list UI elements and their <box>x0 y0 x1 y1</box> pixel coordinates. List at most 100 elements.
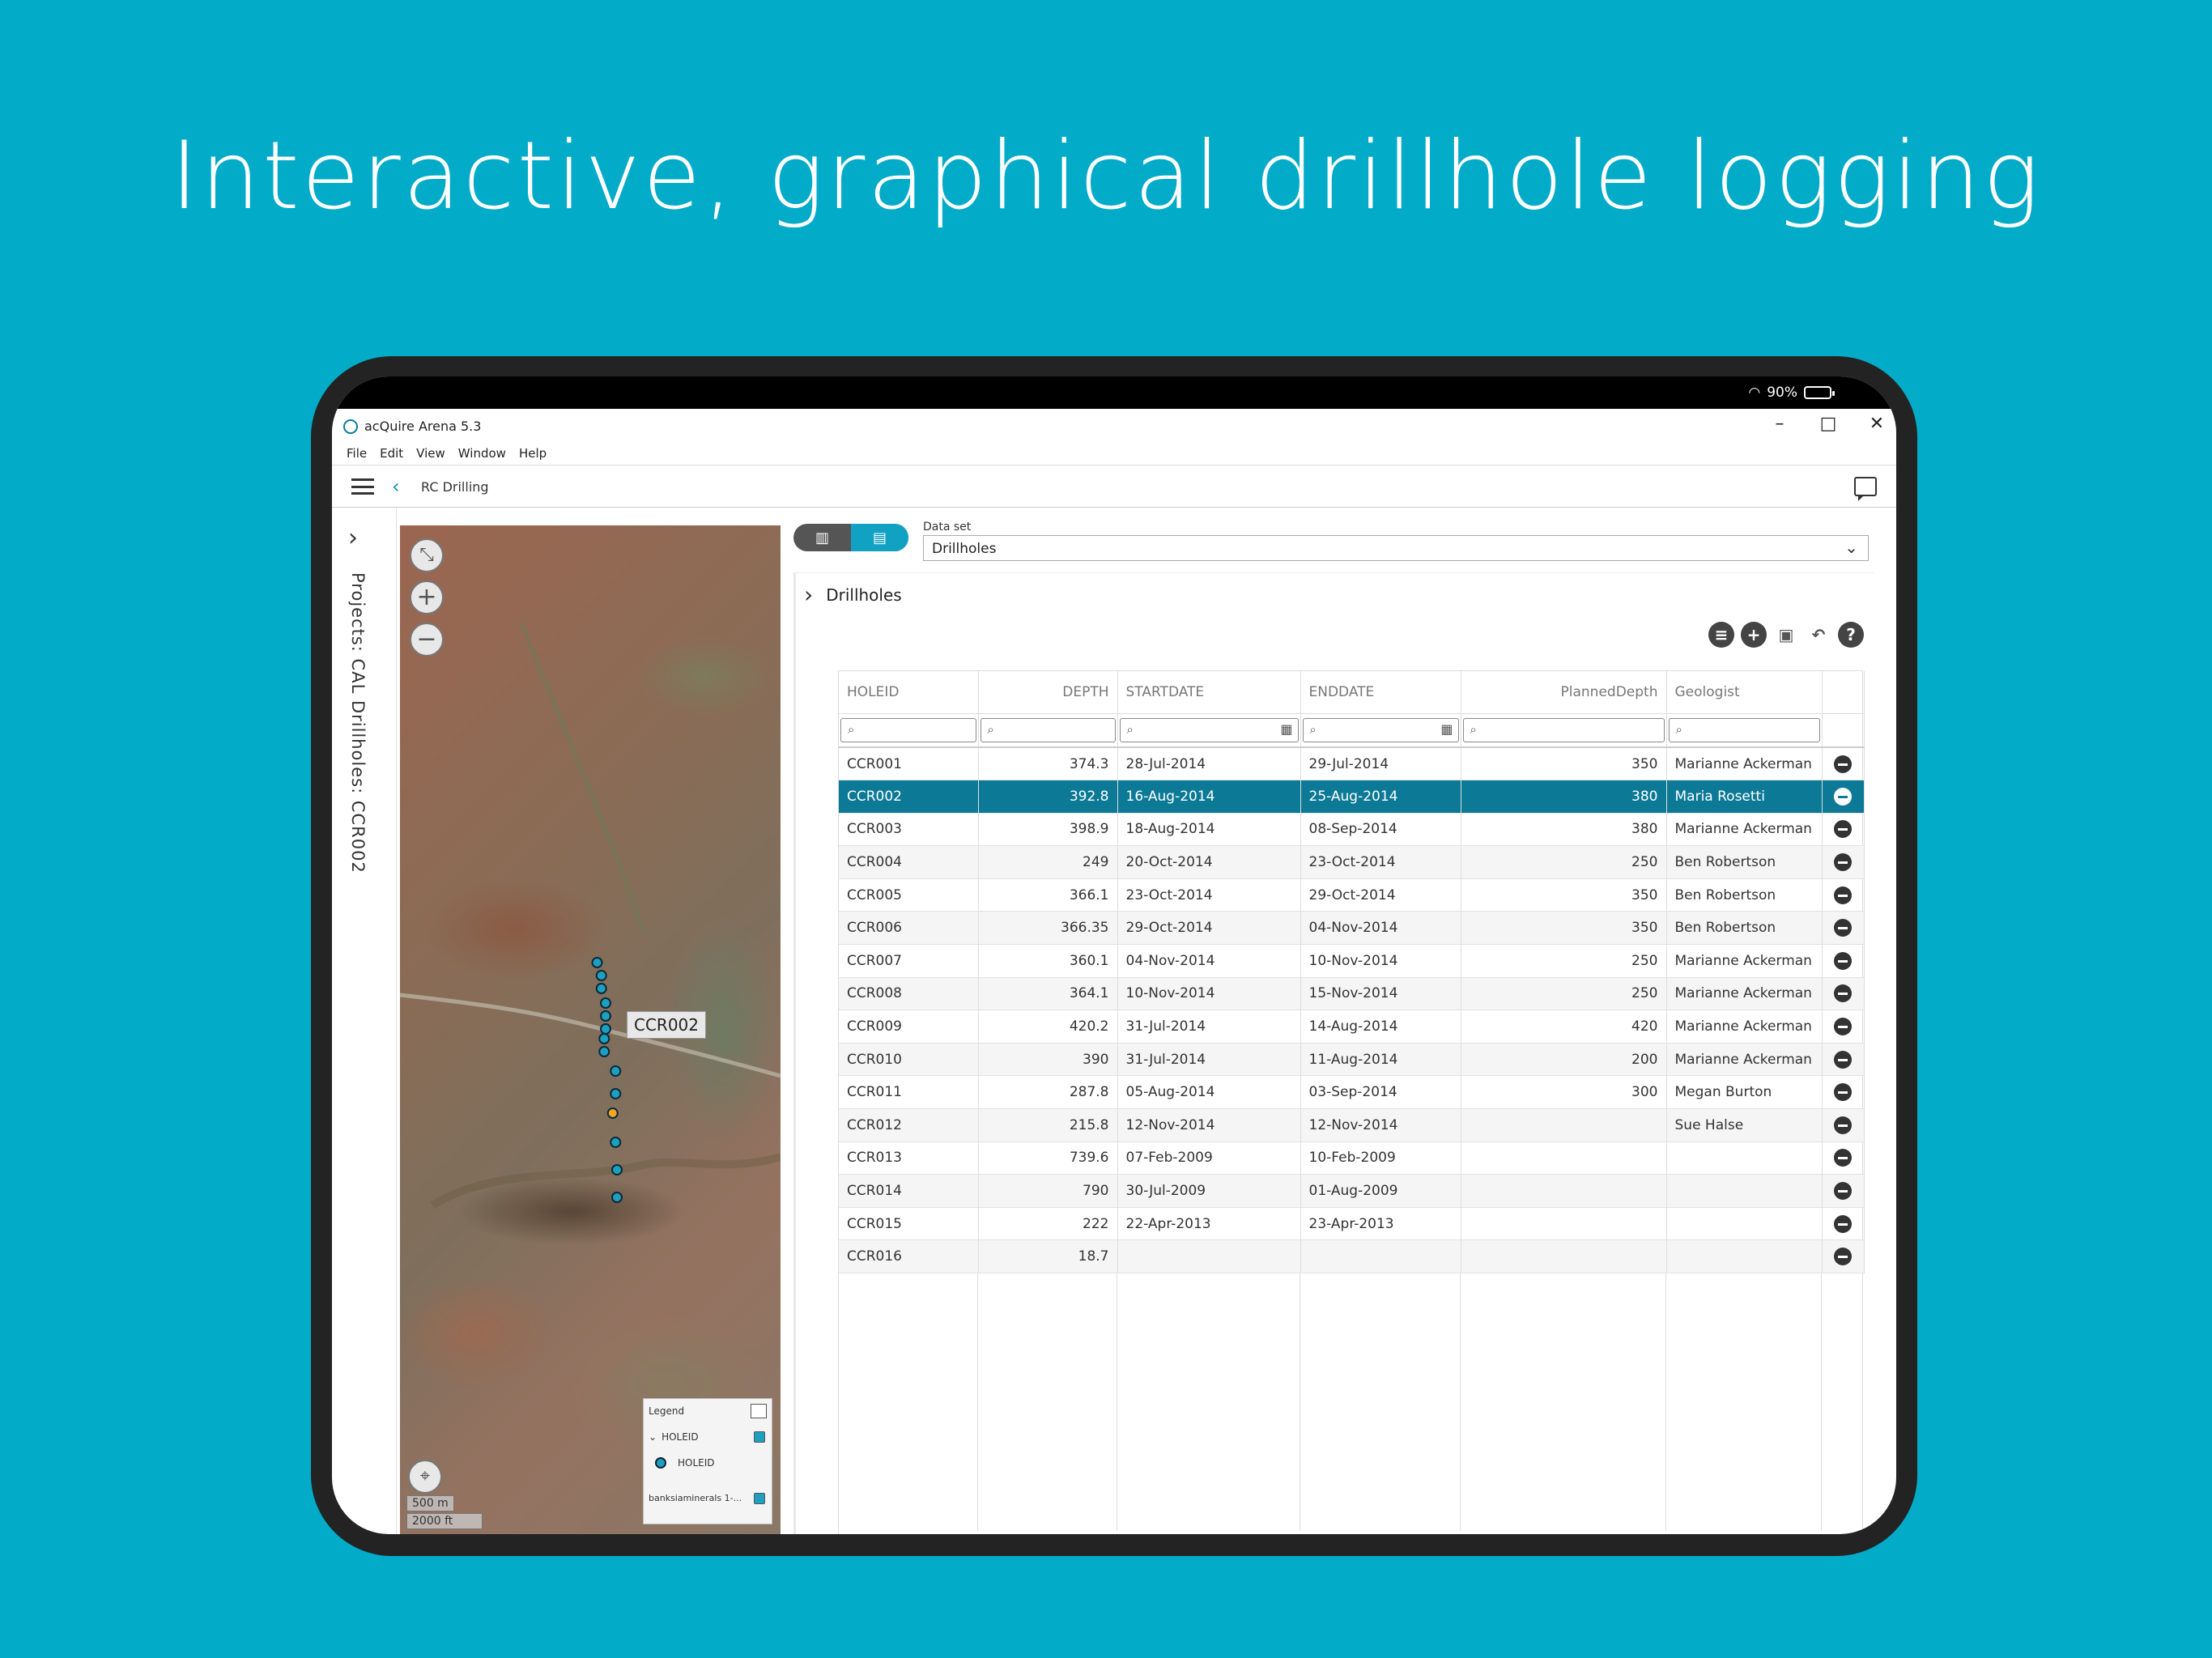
cell-enddate[interactable]: 14-Aug-2014 <box>1300 1010 1461 1044</box>
delete-row-icon[interactable] <box>1834 1214 1852 1233</box>
table-row[interactable]: CCR011 287.8 05-Aug-2014 03-Sep-2014 300 Mega… <box>839 1075 1865 1110</box>
cell-depth[interactable]: 18.7 <box>978 1239 1118 1273</box>
cell-startdate[interactable]: 28-Jul-2014 <box>1117 747 1301 781</box>
filter-enddate-input[interactable]: ⌕ ▦ <box>1302 717 1459 742</box>
cell-enddate[interactable]: 25-Aug-2014 <box>1300 780 1461 814</box>
delete-row-icon[interactable] <box>1834 1182 1852 1201</box>
panel-expand-chevron-icon[interactable]: › <box>804 581 813 608</box>
cell-enddate[interactable]: 23-Oct-2014 <box>1300 845 1461 879</box>
drillhole-point[interactable] <box>610 1065 622 1077</box>
cell-planneddepth[interactable] <box>1461 1207 1667 1241</box>
cell-startdate[interactable]: 31-Jul-2014 <box>1117 1043 1301 1077</box>
cell-startdate[interactable]: 07-Feb-2009 <box>1117 1141 1301 1175</box>
cell-holeid[interactable]: CCR007 <box>839 944 979 978</box>
column-header-holeid[interactable]: HOLEID <box>839 671 979 714</box>
cell-holeid[interactable]: CCR010 <box>839 1043 979 1077</box>
delete-row-icon[interactable] <box>1834 820 1852 839</box>
cell-depth[interactable]: 215.8 <box>978 1108 1118 1142</box>
selected-drillhole-point[interactable] <box>606 1107 619 1119</box>
drillhole-point[interactable] <box>600 997 611 1009</box>
cell-holeid[interactable]: CCR015 <box>839 1207 979 1241</box>
cell-planneddepth[interactable] <box>1461 1174 1667 1208</box>
cell-holeid[interactable]: CCR004 <box>839 845 979 879</box>
filter-icon[interactable]: ≡ <box>1708 622 1734 648</box>
calendar-icon[interactable]: ▦ <box>1440 721 1453 737</box>
cell-startdate[interactable]: 29-Oct-2014 <box>1117 911 1301 946</box>
cell-planneddepth[interactable]: 350 <box>1461 911 1667 946</box>
cell-depth[interactable]: 222 <box>978 1207 1118 1241</box>
table-row[interactable]: CCR006 366.35 29-Oct-2014 04-Nov-2014 350 Ben… <box>839 911 1865 946</box>
table-row[interactable]: CCR008 364.1 10-Nov-2014 15-Nov-2014 250 Mari… <box>839 977 1865 1011</box>
filter-startdate-input[interactable]: ⌕ ▦ <box>1119 717 1299 742</box>
help-icon[interactable]: ? <box>1838 622 1864 648</box>
cell-depth[interactable]: 366.35 <box>978 911 1118 946</box>
table-row[interactable]: CCR012 215.8 12-Nov-2014 12-Nov-2014 Sue Hal… <box>839 1108 1865 1142</box>
cell-geologist[interactable]: Megan Burton <box>1666 1075 1823 1110</box>
table-row[interactable]: CCR002 392.8 16-Aug-2014 25-Aug-2014 380 Mari… <box>839 780 1865 814</box>
cell-planneddepth[interactable] <box>1461 1141 1667 1175</box>
cell-depth[interactable]: 420.2 <box>978 1010 1118 1044</box>
delete-row-icon[interactable] <box>1834 1248 1852 1266</box>
legend-group-checkbox[interactable] <box>754 1431 765 1443</box>
drillhole-point[interactable] <box>591 957 603 968</box>
cell-depth[interactable]: 790 <box>978 1174 1118 1208</box>
zoom-in-button[interactable]: + <box>410 580 444 614</box>
cell-depth[interactable]: 398.9 <box>978 813 1118 847</box>
cell-startdate[interactable]: 31-Jul-2014 <box>1117 1010 1301 1044</box>
cell-depth[interactable]: 392.8 <box>978 780 1118 814</box>
legend-layer-checkbox[interactable] <box>754 1492 765 1504</box>
view-toggle[interactable]: ▥ ▤ <box>793 524 908 551</box>
delete-row-icon[interactable] <box>1834 1050 1852 1069</box>
cell-geologist[interactable]: Ben Robertson <box>1666 845 1823 879</box>
zoom-out-button[interactable]: − <box>410 623 444 657</box>
delete-row-icon[interactable] <box>1834 919 1852 937</box>
filter-holeid-input[interactable]: ⌕ <box>840 717 976 742</box>
cell-startdate[interactable]: 05-Aug-2014 <box>1117 1075 1301 1110</box>
column-header-planneddepth[interactable]: PlannedDepth <box>1461 671 1667 714</box>
cell-startdate[interactable]: 10-Nov-2014 <box>1117 977 1301 1011</box>
cell-enddate[interactable]: 11-Aug-2014 <box>1300 1043 1461 1077</box>
cell-holeid[interactable]: CCR006 <box>839 911 979 946</box>
table-row[interactable]: CCR001 374.3 28-Jul-2014 29-Jul-2014 350 Mari… <box>839 747 1865 781</box>
map-view[interactable]: ⤡ + − CCR002 ⌖ 500 m 2000 ft Legend ⌄ HO… <box>400 525 781 1534</box>
table-row[interactable]: CCR015 222 22-Apr-2013 23-Apr-2013 <box>839 1207 1865 1241</box>
cell-planneddepth[interactable]: 350 <box>1461 747 1667 781</box>
table-row[interactable]: CCR013 739.6 07-Feb-2009 10-Feb-2009 <box>839 1141 1865 1175</box>
cell-startdate[interactable]: 20-Oct-2014 <box>1117 845 1301 879</box>
cell-planneddepth[interactable]: 250 <box>1461 845 1667 879</box>
cell-enddate[interactable]: 29-Jul-2014 <box>1300 747 1461 781</box>
collapse-map-icon[interactable]: ⤡ <box>410 538 444 572</box>
cell-depth[interactable]: 366.1 <box>978 878 1118 912</box>
table-row[interactable]: CCR005 366.1 23-Oct-2014 29-Oct-2014 350 Ben … <box>839 878 1865 912</box>
cell-geologist[interactable]: Marianne Ackerman <box>1666 977 1823 1011</box>
map-view-icon[interactable]: ▤ <box>851 524 908 551</box>
menu-window[interactable]: Window <box>452 443 513 465</box>
table-row[interactable]: CCR014 790 30-Jul-2009 01-Aug-2009 <box>839 1174 1865 1208</box>
cell-enddate[interactable]: 10-Feb-2009 <box>1300 1141 1461 1175</box>
drillhole-point[interactable] <box>595 970 607 981</box>
table-row[interactable]: CCR009 420.2 31-Jul-2014 14-Aug-2014 420 Mari… <box>839 1010 1865 1044</box>
cell-enddate[interactable]: 29-Oct-2014 <box>1300 878 1461 912</box>
cell-geologist[interactable]: Sue Halse <box>1666 1108 1823 1142</box>
cell-enddate[interactable]: 04-Nov-2014 <box>1300 911 1461 946</box>
cell-geologist[interactable] <box>1666 1239 1823 1273</box>
cell-geologist[interactable]: Marianne Ackerman <box>1666 944 1823 978</box>
cell-enddate[interactable]: 12-Nov-2014 <box>1300 1108 1461 1142</box>
delete-row-icon[interactable] <box>1834 1116 1852 1134</box>
cell-planneddepth[interactable]: 380 <box>1461 813 1667 847</box>
delete-row-icon[interactable] <box>1834 853 1852 872</box>
cell-depth[interactable]: 360.1 <box>978 944 1118 978</box>
cell-startdate[interactable]: 16-Aug-2014 <box>1117 780 1301 814</box>
cell-depth[interactable]: 364.1 <box>978 977 1118 1011</box>
cell-startdate[interactable] <box>1117 1239 1301 1273</box>
drillhole-point[interactable] <box>598 1046 610 1057</box>
drillhole-point[interactable] <box>600 1023 611 1035</box>
cell-depth[interactable]: 287.8 <box>978 1075 1118 1110</box>
cell-startdate[interactable]: 22-Apr-2013 <box>1117 1207 1301 1241</box>
drillhole-point[interactable] <box>611 1164 623 1175</box>
cell-geologist[interactable] <box>1666 1141 1823 1175</box>
delete-row-icon[interactable] <box>1834 1083 1852 1102</box>
drillhole-point[interactable] <box>610 1137 622 1148</box>
cell-geologist[interactable]: Ben Robertson <box>1666 878 1823 912</box>
drillhole-point[interactable] <box>611 1192 623 1203</box>
